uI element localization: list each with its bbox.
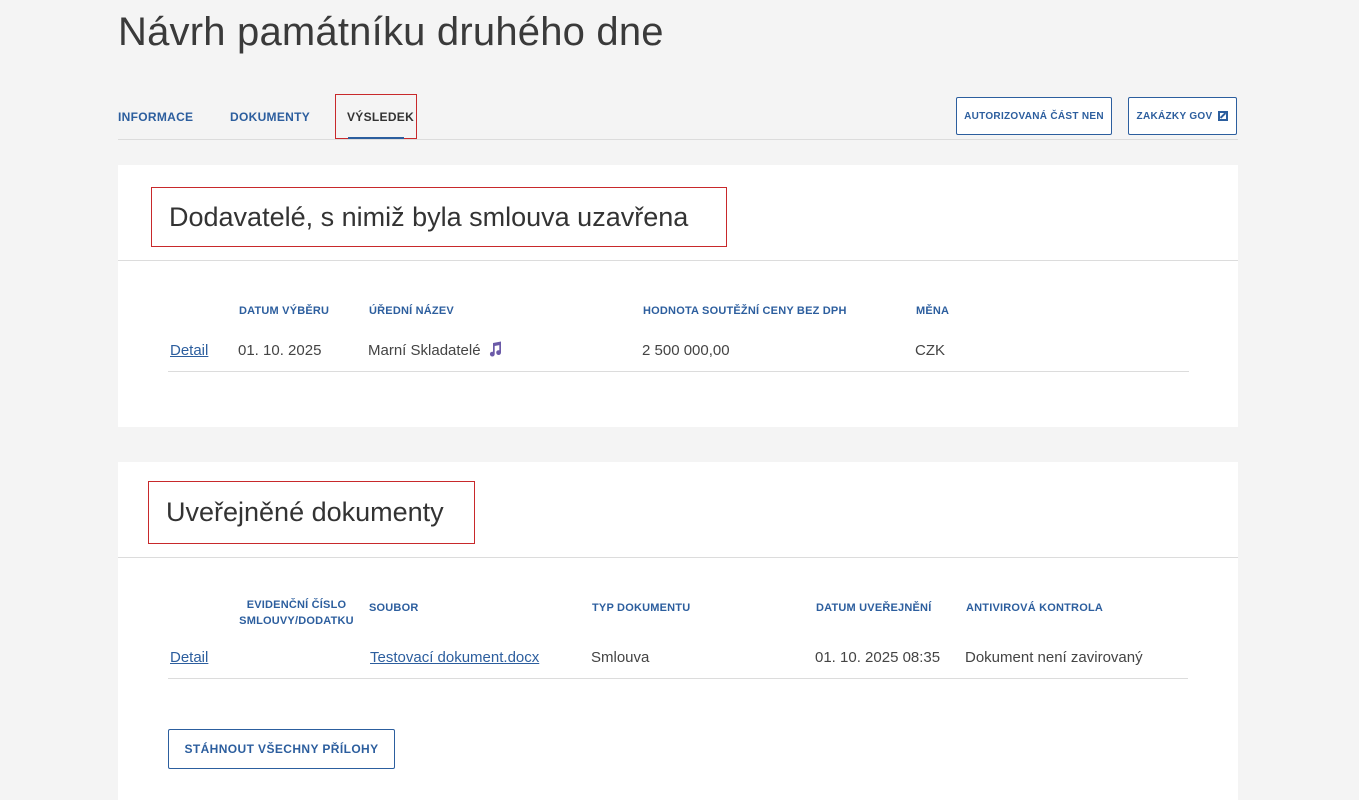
col-uredni-nazev: ÚŘEDNÍ NÁZEV (369, 305, 454, 317)
zakazky-gov-button[interactable]: ZAKÁZKY GOV (1128, 97, 1237, 135)
name-cell: Marní Skladatelé (368, 341, 503, 361)
documents-card: Uveřejněné dokumenty EVIDENČNÍ ČÍSLO SML… (118, 462, 1238, 800)
divider (118, 557, 1238, 558)
detail-link[interactable]: Detail (170, 341, 208, 361)
tab-vysledek[interactable]: VÝSLEDEK (335, 94, 417, 139)
published-cell: 01. 10. 2025 08:35 (815, 649, 941, 666)
file-link[interactable]: Testovací dokument.docx (370, 648, 539, 668)
autorizovana-label: AUTORIZOVANÁ ČÁST NEN (964, 110, 1104, 122)
row-divider (168, 371, 1189, 372)
col-datum-uverejneni: DATUM UVEŘEJNĚNÍ (816, 602, 932, 614)
row-divider (168, 678, 1188, 679)
tab-dokumenty[interactable]: DOKUMENTY (230, 94, 310, 139)
date-cell: 01. 10. 2025 (238, 342, 322, 359)
page-title: Návrh památníku druhého dne (118, 10, 664, 54)
col-antivirova-kontrola: ANTIVIROVÁ KONTROLA (966, 602, 1104, 614)
col-mena: MĚNA (916, 305, 950, 317)
antivirus-cell: Dokument není zavirovaný (965, 649, 1143, 666)
col-soubor: SOUBOR (369, 602, 419, 614)
supplier-name: Marní Skladatelé (368, 342, 481, 359)
suppliers-title: Dodavatelé, s nimiž byla smlouva uzavřen… (151, 187, 727, 247)
zakazky-label: ZAKÁZKY GOV (1136, 110, 1213, 122)
col-datum-vyberu: DATUM VÝBĚRU (239, 305, 330, 317)
autorizovana-cast-nen-button[interactable]: AUTORIZOVANÁ ČÁST NEN (956, 97, 1112, 135)
type-cell: Smlouva (591, 649, 650, 666)
divider (118, 260, 1238, 261)
tab-informace[interactable]: INFORMACE (118, 94, 193, 139)
col-typ-dokumentu: TYP DOKUMENTU (592, 602, 691, 614)
suppliers-card: Dodavatelé, s nimiž byla smlouva uzavřen… (118, 165, 1238, 427)
currency-cell: CZK (915, 342, 945, 359)
detail-link[interactable]: Detail (170, 648, 208, 668)
col-hodnota: HODNOTA SOUTĚŽNÍ CENY BEZ DPH (643, 305, 847, 317)
documents-title: Uveřejněné dokumenty (148, 481, 475, 544)
download-all-button[interactable]: STÁHNOUT VŠECHNY PŘÍLOHY (168, 729, 395, 769)
col-evidencni-cislo: EVIDENČNÍ ČÍSLO SMLOUVY/DODATKU (239, 599, 354, 627)
value-cell: 2 500 000,00 (642, 342, 730, 359)
external-link-icon (1218, 111, 1229, 121)
music-note-icon (489, 341, 501, 357)
